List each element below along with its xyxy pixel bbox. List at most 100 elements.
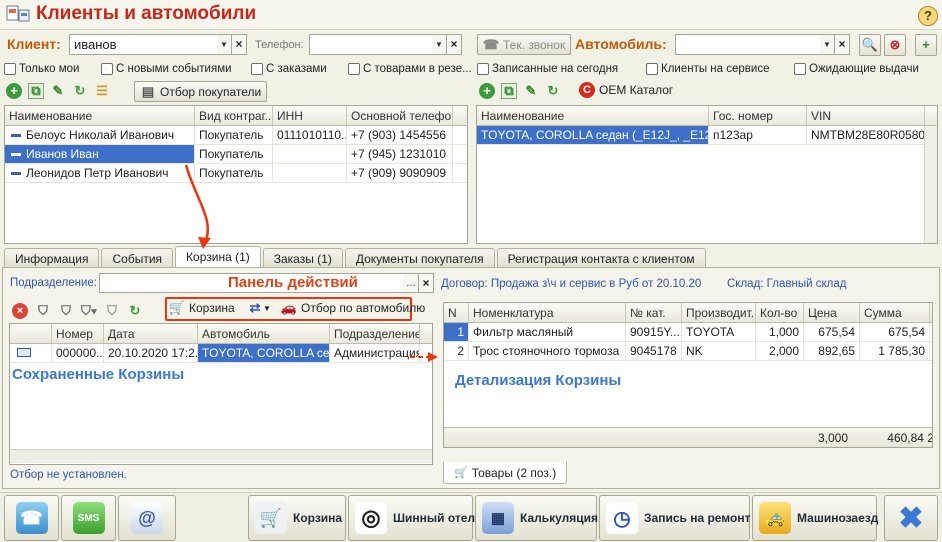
delete-icon[interactable]: × bbox=[12, 303, 28, 319]
filter-with-orders[interactable]: С заказами bbox=[251, 63, 327, 75]
contract-link[interactable]: Договор: Продажа з\ч и сервис в Руб от 2… bbox=[441, 278, 701, 290]
auto-search-clear-button[interactable]: ⊗ bbox=[884, 34, 906, 56]
tab-cart[interactable]: Корзина (1) bbox=[175, 246, 261, 268]
details-table-header: N Номенклатура № кат. Производит... Кол-… bbox=[444, 303, 932, 323]
col-vin[interactable]: VIN bbox=[807, 106, 925, 125]
cart-big-button[interactable]: 🛒 Корзина bbox=[248, 495, 346, 541]
filter-clear-icon[interactable]: ⛉ bbox=[104, 303, 120, 319]
col-sum[interactable]: Сумма bbox=[860, 303, 930, 322]
col-n[interactable]: N bbox=[444, 303, 469, 322]
edit-icon[interactable]: ✎ bbox=[523, 83, 539, 99]
phone-input[interactable] bbox=[309, 34, 433, 55]
refresh-icon[interactable]: ↻ bbox=[127, 303, 143, 319]
phone-icon: ☎ bbox=[15, 502, 48, 534]
refresh-icon[interactable]: ↻ bbox=[72, 83, 88, 99]
col-inn[interactable]: ИНН bbox=[273, 106, 347, 125]
autos-scrollbar[interactable] bbox=[924, 126, 937, 243]
col-division[interactable]: Подразделение bbox=[330, 324, 420, 343]
client-clear-button[interactable]: × bbox=[232, 34, 247, 55]
tab-goods[interactable]: 🛒 Товары (2 поз.) bbox=[443, 462, 568, 484]
hierarchy-icon[interactable]: ☰ bbox=[94, 83, 110, 99]
oem-catalog-button[interactable]: C OEM Каталог bbox=[579, 82, 673, 98]
total-sum: 2 460,84 bbox=[887, 431, 932, 445]
col-date[interactable]: Дата bbox=[104, 324, 198, 343]
col-item[interactable]: Номенклатура bbox=[469, 303, 626, 322]
client-input[interactable]: иванов bbox=[69, 34, 218, 55]
division-clear-button[interactable]: × bbox=[419, 273, 434, 293]
copy-icon[interactable]: ⧉ bbox=[28, 83, 44, 99]
col-type[interactable]: Вид контраг... bbox=[195, 106, 273, 125]
table-row[interactable]: 2 Трос стояночного тормоза 9045178 NK 2,… bbox=[444, 342, 932, 361]
buyer-filter-button[interactable]: ▤ Отбор покупатели bbox=[134, 81, 268, 102]
col-price[interactable]: Цена bbox=[804, 303, 860, 322]
checkbox-icon bbox=[646, 63, 658, 75]
col-catalog-no[interactable]: № кат. bbox=[626, 303, 682, 322]
client-dropdown-button[interactable]: ▼ bbox=[217, 34, 232, 55]
checkbox-icon bbox=[348, 63, 360, 75]
tab-events[interactable]: События bbox=[101, 248, 174, 268]
col-auto-name[interactable]: Наименование bbox=[477, 106, 709, 125]
filter-reserved-goods[interactable]: С товарами в резе... bbox=[348, 63, 472, 75]
filter-only-mine[interactable]: Только мои bbox=[4, 63, 79, 75]
col-plate[interactable]: Гос. номер bbox=[709, 106, 807, 125]
filter-on-service[interactable]: Клиенты на сервисе bbox=[646, 63, 769, 75]
edit-icon[interactable]: ✎ bbox=[50, 83, 66, 99]
email-button[interactable]: @ bbox=[118, 495, 176, 541]
car-icon: 🚗 bbox=[280, 300, 298, 315]
filter-by-auto-button[interactable]: 🚗 Отбор по автомобилю bbox=[281, 300, 425, 316]
auto-search-button[interactable]: 🔍 bbox=[859, 34, 881, 56]
col-auto[interactable]: Автомобиль bbox=[198, 324, 330, 343]
auto-input[interactable] bbox=[675, 34, 821, 55]
filter-icon[interactable]: ⛉ bbox=[35, 303, 51, 319]
warehouse-link[interactable]: Склад: Главный склад bbox=[727, 278, 846, 290]
phone-clear-button[interactable]: × bbox=[447, 34, 462, 55]
table-row[interactable]: Белоус Николай Иванович Покупатель 01110… bbox=[5, 126, 467, 145]
tab-buyer-docs[interactable]: Документы покупателя bbox=[344, 248, 495, 268]
auto-dropdown-button[interactable]: ▼ bbox=[820, 34, 835, 55]
tab-info[interactable]: Информация bbox=[4, 248, 100, 268]
table-row[interactable]: 000000... 20.10.2020 17:2... TOYOTA, COR… bbox=[10, 344, 432, 363]
col-phone[interactable]: Основной телефон bbox=[347, 106, 453, 125]
call-button[interactable]: ☎ bbox=[4, 495, 59, 541]
filter-scheduled-today[interactable]: Записанные на сегодня bbox=[477, 63, 618, 75]
col-qty[interactable]: Кол-во bbox=[756, 303, 804, 322]
tab-orders[interactable]: Заказы (1) bbox=[262, 248, 343, 268]
cart-toolbar: × ⛉ ⛉ ⛉▾ ⛉ ↻ bbox=[12, 303, 143, 319]
phone-dropdown-button[interactable]: ▼ bbox=[432, 34, 447, 55]
chevron-down-icon: ▼ bbox=[263, 303, 271, 313]
auto-add-button[interactable]: + bbox=[915, 34, 937, 56]
help-button[interactable]: ? bbox=[918, 6, 938, 26]
tab-contact-registration[interactable]: Регистрация контакта с клиентом bbox=[496, 248, 706, 268]
carts-table-header: Номер Дата Автомобиль Подразделение bbox=[10, 324, 432, 344]
filter-dropdown-icon[interactable]: ⛉▾ bbox=[81, 303, 97, 319]
col-name[interactable]: Наименование bbox=[5, 106, 195, 125]
doc-icon bbox=[17, 348, 31, 357]
filter-awaiting-delivery[interactable]: Ожидающие выдачи bbox=[794, 63, 919, 75]
auto-clear-button[interactable]: × bbox=[835, 34, 850, 55]
col-manufacturer[interactable]: Производит... bbox=[682, 303, 756, 322]
calculation-button[interactable]: ▦ Калькуляция bbox=[475, 495, 598, 541]
table-row-selected[interactable]: TOYOTA, COROLLA седан (_E12J_, _E12T... … bbox=[477, 126, 937, 145]
add-icon[interactable]: + bbox=[479, 83, 495, 99]
table-row[interactable]: 1 Фильтр масляный 90915Y... TOYOTA 1,000… bbox=[444, 323, 932, 342]
current-call-button[interactable]: ☎ Тек. звонок bbox=[477, 34, 572, 55]
col-number[interactable]: Номер bbox=[52, 324, 104, 343]
division-select-button[interactable]: … bbox=[404, 273, 419, 293]
refresh-icon[interactable]: ↻ bbox=[545, 83, 561, 99]
copy-icon[interactable]: ⧉ bbox=[501, 83, 517, 99]
sms-button[interactable]: SMS bbox=[61, 495, 116, 541]
repair-booking-button[interactable]: ◷ Запись на ремонт bbox=[599, 495, 750, 541]
close-button[interactable]: ✖ bbox=[884, 495, 938, 541]
filter-list-icon[interactable]: ⛉ bbox=[58, 303, 74, 319]
car-arrival-button[interactable]: 🚕 Машинозаезд bbox=[752, 495, 878, 541]
filter-new-events[interactable]: С новыми событиями bbox=[101, 63, 232, 75]
table-row-selected[interactable]: Иванов Иван Покупатель +7 (945) 1231010 bbox=[5, 145, 467, 164]
add-icon[interactable]: + bbox=[6, 83, 22, 99]
carts-horizontal-scrollbar[interactable] bbox=[10, 449, 432, 463]
cart-button[interactable]: 🛒 Корзина bbox=[169, 300, 235, 316]
table-row[interactable]: Леонидов Петр Иванович Покупатель +7 (90… bbox=[5, 164, 467, 183]
checkbox-icon bbox=[251, 63, 263, 75]
annotation-actions-panel: Панель действий bbox=[228, 274, 358, 291]
transfer-button[interactable]: ⇄ ▼ bbox=[247, 300, 271, 316]
tire-hotel-button[interactable]: ◎ Шинный отель bbox=[348, 495, 482, 541]
